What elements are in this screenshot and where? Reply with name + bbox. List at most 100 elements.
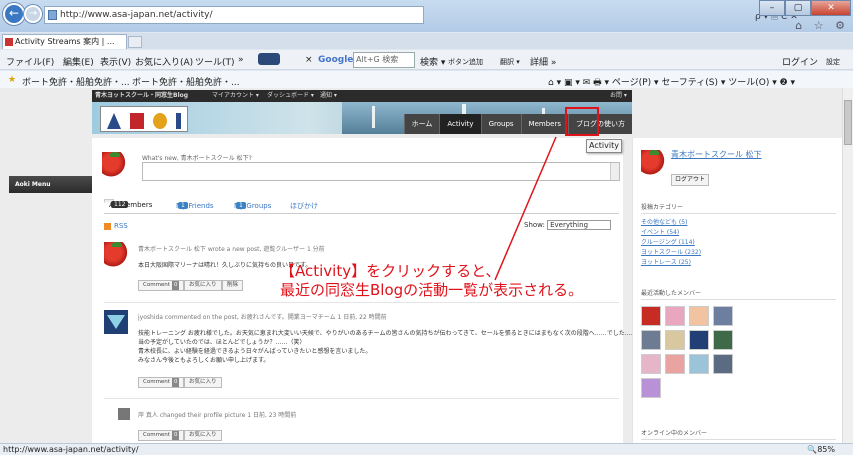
favorite-link-1[interactable]: ボート免許・船舶免許・... [22,75,130,88]
toolbar-more[interactable]: » [238,55,244,65]
details-button[interactable]: 詳細 » [530,55,556,68]
avatar[interactable] [665,354,685,374]
nav-activity[interactable]: Activity [439,114,481,134]
menu-edit[interactable]: 編集(E) [63,55,94,68]
comment-button[interactable]: Comment 0 [138,377,185,388]
category-link[interactable]: ヨットスクール (232) [641,249,701,256]
comment-button[interactable]: Comment 0 [138,430,185,441]
menu-file[interactable]: ファイル(F) [6,55,54,68]
avatar[interactable] [102,152,128,178]
avatar[interactable] [104,242,130,268]
category-link[interactable]: ヨットレース (25) [641,259,691,266]
aoki-logo[interactable] [100,106,188,132]
nav-members[interactable]: Members [520,114,568,134]
close-window-button[interactable]: ✕ [811,0,851,16]
favorite-link-2[interactable]: ボート免許・船舶免許・... [132,75,240,88]
minimize-button[interactable]: – [759,0,785,16]
list-item[interactable]: その他なども (5) [641,218,701,228]
adminbar-account[interactable]: マイアカウント ▾ [212,90,259,102]
settings-button[interactable]: 設定 [826,57,840,67]
back-button[interactable]: ← [3,3,25,25]
browser-chrome: ← → http://www.asa-japan.net/activity/ ρ… [0,0,853,88]
toolbar-chat-icon[interactable] [258,53,280,65]
adminbar-help[interactable]: お問 ▾ [610,90,627,102]
avatar[interactable] [713,306,733,326]
favorite-button[interactable]: お気に入り [184,280,222,291]
adminbar-dashboard[interactable]: ダッシュボード ▾ [267,90,314,102]
delete-button[interactable]: 削除 [222,280,244,291]
avatar[interactable] [641,378,661,398]
menu-tools[interactable]: ツール(T) [195,55,235,68]
avatar[interactable] [641,330,661,350]
tab-mentions[interactable]: ほびかけ [290,201,318,211]
zoom-level[interactable]: 🔍85% [807,444,835,455]
home-star-gear-icons[interactable]: ⌂ ☆ ⚙ [795,19,849,32]
logo-bar [175,113,181,129]
forward-button[interactable]: → [24,5,42,23]
page-icon [48,10,57,20]
maximize-button[interactable]: ▢ [785,0,811,16]
show-label: Show: [524,221,545,229]
avatar[interactable] [104,310,128,334]
login-button[interactable]: ログイン [782,55,818,68]
browser-tab[interactable]: Activity Streams 案内 | ... [2,34,127,49]
category-link[interactable]: その他なども (5) [641,219,687,226]
nav-home[interactable]: ホーム [403,114,440,134]
avatar[interactable] [641,306,661,326]
tab-all-members[interactable]: All Members 112 [104,199,152,209]
scroll-thumb[interactable] [844,100,852,145]
favorites-bar: ★ ボート免許・船舶免許・... ボート免許・船舶免許・... ⌂ ▾ ▣ ▾ … [0,71,853,88]
avatar[interactable] [713,354,733,374]
avatar[interactable] [641,150,667,176]
profile-name-link[interactable]: 青木ボートスクール 松下 [671,150,762,160]
avatar[interactable] [689,354,709,374]
page-scrollbar[interactable] [842,88,853,443]
aoki-menu-widget[interactable]: Aoki Menu [9,176,98,193]
menu-favorites[interactable]: お気に入り(A) [135,55,193,68]
wp-admin-bar: 青木ヨットスクール・同窓生Blog マイアカウント ▾ ダッシュボード ▾ 通知… [92,90,632,102]
members-title: 最近活動したメンバー [641,288,836,300]
activity-header: jyoshida commented on the post, お疲れさんです。… [138,314,387,321]
avatar[interactable] [689,306,709,326]
nav-groups[interactable]: Groups [480,114,521,134]
count-badge: 1 [178,202,188,209]
comment-button[interactable]: Comment 0 [138,280,185,291]
list-item[interactable]: ヨットスクール (232) [641,248,701,258]
list-item[interactable]: ヨットレース (25) [641,258,701,268]
activity-highlight-box [565,107,599,136]
avatar[interactable] [689,330,709,350]
adminbar-notify[interactable]: 通知 ▾ [320,90,337,102]
new-tab-button[interactable] [128,36,142,48]
avatar[interactable] [665,306,685,326]
toolbar-close[interactable]: × [305,55,313,65]
show-select[interactable]: Everything [547,220,612,230]
menu-view[interactable]: 表示(V) [100,55,131,68]
activity-tooltip: Activity [586,139,622,153]
list-item[interactable]: クルージング (114) [641,238,701,248]
avatar[interactable] [118,408,130,420]
tab-title: Activity Streams 案内 | ... [15,37,115,46]
rss-link[interactable]: RSS [104,222,128,230]
avatar[interactable] [713,330,733,350]
avatar[interactable] [665,330,685,350]
whats-new-input[interactable] [142,162,620,181]
count-badge: 1 [236,202,246,209]
address-url: http://www.asa-japan.net/activity/ [60,10,213,20]
logout-button[interactable]: ログアウト [671,174,709,186]
google-search-input[interactable]: Alt+G 検索 [353,52,415,68]
category-link[interactable]: イベント (54) [641,229,679,236]
avatar[interactable] [641,354,661,374]
favorites-star-icon[interactable]: ★ [8,75,16,85]
google-search-button[interactable]: 検索 ▾ [420,55,445,68]
translate-button[interactable]: 翻訳 ▾ [500,57,520,67]
favorite-button[interactable]: お気に入り [184,430,222,441]
address-bar[interactable]: http://www.asa-japan.net/activity/ [44,6,424,24]
comment-count: 0 [171,431,180,440]
favorite-button[interactable]: お気に入り [184,377,222,388]
list-item: jyoshida commented on the post, お疲れさんです。… [104,310,673,390]
activity-body: 技能トレーニング お疲れ様でした。お天気に恵まれ大変いい天候で、やりがいのあるチ… [138,330,673,337]
list-item[interactable]: イベント (54) [641,228,701,238]
add-button[interactable]: ボタン追加 [448,57,483,67]
category-link[interactable]: クルージング (114) [641,239,695,246]
adminbar-site[interactable]: 青木ヨットスクール・同窓生Blog [95,90,188,102]
